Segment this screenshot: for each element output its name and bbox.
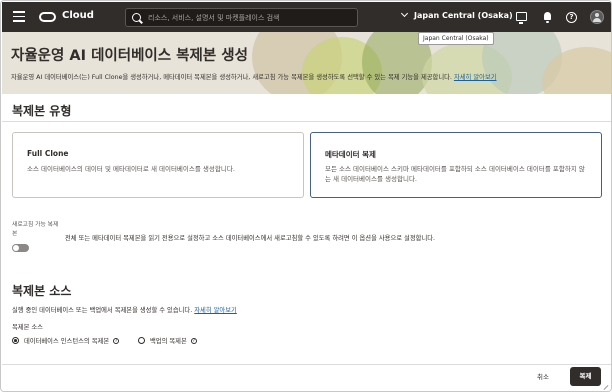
metadata-clone-card[interactable]: 메타데이터 복제 모든 소스 데이터베이스 스키마 메타데이터를 포함하되 소스… (310, 132, 602, 198)
page-title: 자율운영 AI 데이터베이스 복제본 생성 (11, 48, 248, 64)
brand-label[interactable]: Cloud (62, 10, 94, 21)
refreshable-clone-description: 전체 또는 메타데이터 복제본을 읽기 전용으로 설정하고 소스 데이터베이스에… (65, 235, 436, 242)
navigation-menu-icon[interactable] (13, 11, 25, 23)
search-input[interactable]: 리소스, 서비스, 설명서 및 마켓플레이스 검색 (125, 8, 358, 27)
clone-source-learn-more-link[interactable]: 자세히 알아보기 (194, 307, 237, 314)
card-title: 메타데이터 복제 (325, 150, 376, 159)
cancel-button[interactable]: 취소 (537, 371, 549, 381)
radio-label: 백업의 복제본 (150, 338, 187, 345)
notifications-bell-icon[interactable] (542, 12, 553, 23)
refreshable-clone-label: 새로고침 가능 복제본 (12, 222, 59, 237)
radio-label: 데이터베이스 인스턴스의 복제본 (24, 338, 110, 345)
clone-type-heading: 복제본 유형 (12, 104, 72, 118)
user-profile-avatar[interactable] (590, 10, 604, 24)
clone-source-field-label: 복제본 소스 (12, 324, 43, 331)
clone-source-heading: 복제본 소스 (12, 284, 72, 298)
region-selector[interactable]: Japan Central (Osaka) (400, 9, 513, 20)
resize-handle-icon[interactable] (601, 381, 609, 389)
search-placeholder: 리소스, 서비스, 설명서 및 마켓플레이스 검색 (148, 14, 280, 22)
oracle-logo-icon[interactable] (39, 12, 56, 22)
console-window: Cloud 리소스, 서비스, 설명서 및 마켓플레이스 검색 Japan Ce… (0, 0, 612, 392)
full-clone-card[interactable]: Full Clone 소스 데이터베이스의 데이터 및 메타데이터로 새 데이터… (12, 132, 304, 198)
footer-bar (2, 364, 611, 391)
radio-button[interactable] (138, 337, 145, 344)
chevron-down-icon (400, 9, 409, 18)
clone-source-description: 실행 중인 데이터베이스 또는 백업에서 복제본을 생성할 수 있습니다. 자세… (12, 307, 237, 314)
cloud-shell-icon[interactable] (516, 12, 527, 24)
info-icon[interactable]: ? (190, 337, 197, 344)
card-description: 소스 데이터베이스의 데이터 및 메타데이터로 새 데이터베이스를 생성합니다. (27, 165, 235, 173)
help-icon[interactable]: ? (566, 12, 577, 23)
search-icon (132, 13, 141, 22)
section-divider (2, 121, 611, 122)
card-description: 모든 소스 데이터베이스 스키마 메타데이터를 포함하되 소스 데이터베이스 데… (325, 165, 585, 183)
radio-clone-from-instance[interactable]: 데이터베이스 인스턴스의 복제본 ? (12, 336, 120, 345)
region-label: Japan Central (Osaka) (414, 11, 513, 20)
refreshable-clone-toggle[interactable] (12, 244, 29, 252)
top-navigation-bar: Cloud 리소스, 서비스, 설명서 및 마켓플레이스 검색 Japan Ce… (2, 2, 611, 32)
region-tooltip: Japan Central (Osaka) (418, 32, 494, 45)
clone-submit-button[interactable]: 복제 (570, 367, 601, 386)
radio-clone-from-backup[interactable]: 백업의 복제본 ? (138, 336, 197, 345)
card-title: Full Clone (27, 149, 69, 158)
radio-button[interactable] (12, 337, 19, 344)
learn-more-link[interactable]: 자세히 알아보기 (454, 74, 497, 81)
info-icon[interactable]: ? (113, 337, 120, 344)
page-description: 자율운영 AI 데이터베이스(는) Full Clone을 생성하거나, 메타데… (11, 74, 497, 81)
